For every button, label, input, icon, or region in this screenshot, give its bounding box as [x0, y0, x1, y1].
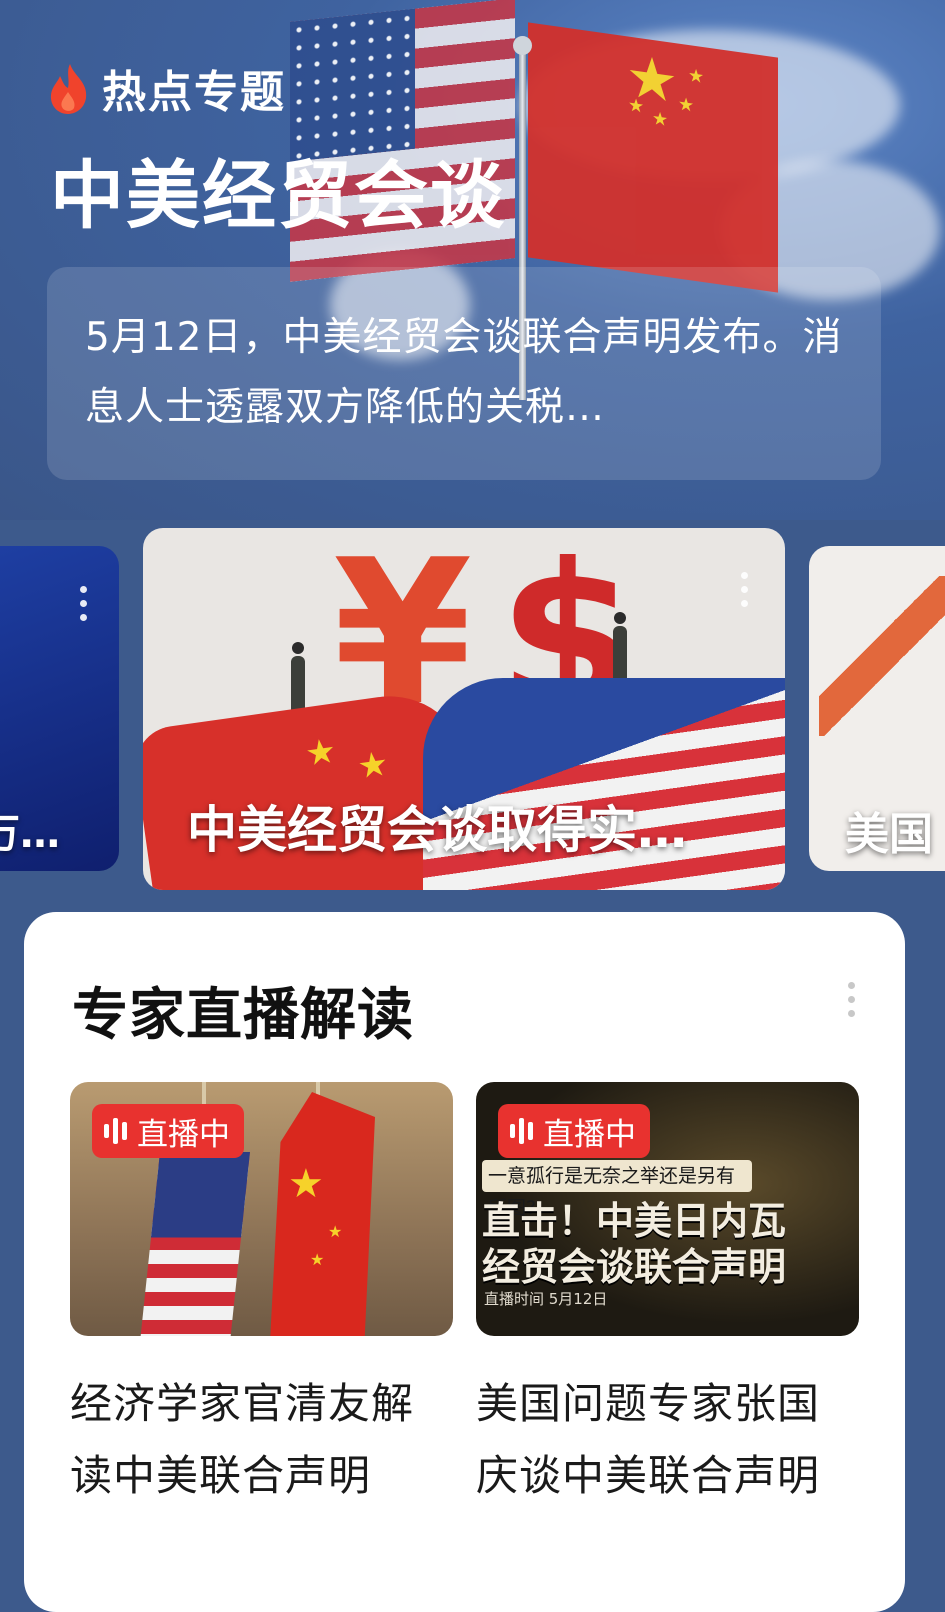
section-title: 专家直播解读 — [72, 983, 414, 1048]
live-badge: 直播中 — [498, 1104, 650, 1158]
china-flag-image: ★ ★ ★ ★ ★ — [528, 22, 778, 293]
us-flag-image — [140, 1152, 250, 1336]
fire-icon — [50, 64, 87, 114]
hero-banner: ★ ★ ★ ★ ★ 热点专题 中美经贸会谈 5月12日，中美经贸会谈联合声明发布… — [0, 0, 945, 520]
more-icon[interactable] — [741, 572, 749, 607]
china-flag-image: ★ ★ ★ — [270, 1092, 375, 1336]
thumb-subtitle: 一意孤行是无奈之举还是另有所图? — [482, 1160, 752, 1219]
carousel-card-title: 美国 — [845, 809, 933, 860]
live-badge-label: 直播中 — [137, 1116, 230, 1153]
more-icon[interactable] — [848, 982, 856, 1017]
live-item[interactable]: ★ ★ ★ 直播中 经济学家官清友解读中美联合声明 — [70, 1082, 453, 1512]
flag-pole-cap — [513, 36, 532, 55]
expert-live-panel: 专家直播解读 ★ ★ ★ 直播中 经济学家官清友解读中美联合声明 一意孤行是无奈… — [24, 912, 905, 1612]
more-icon[interactable] — [80, 586, 88, 621]
carousel-card-right[interactable]: 美国 — [809, 546, 945, 871]
live-item[interactable]: 一意孤行是无奈之举还是另有所图? 直击！中美日内瓦 经贸会谈联合声明 直播时间 … — [476, 1082, 859, 1512]
carousel-card-left[interactable]: 万… — [0, 546, 119, 871]
summary-text: 5月12日，中美经贸会谈联合声明发布。消息人士透露双方降低的关税… — [85, 315, 843, 430]
carousel-card-title: 万… — [0, 811, 60, 857]
carousel-card-title: 中美经贸会谈取得实… — [187, 801, 687, 859]
live-caption[interactable]: 经济学家官清友解读中美联合声明 — [70, 1368, 453, 1512]
live-audio-icon — [104, 1118, 127, 1144]
live-thumbnail[interactable]: ★ ★ ★ 直播中 — [70, 1082, 453, 1336]
live-thumbnail[interactable]: 一意孤行是无奈之举还是另有所图? 直击！中美日内瓦 经贸会谈联合声明 直播时间 … — [476, 1082, 859, 1336]
live-badge-label: 直播中 — [543, 1116, 636, 1153]
chart-image — [819, 576, 945, 736]
live-badge: 直播中 — [92, 1104, 244, 1158]
brand-row[interactable]: 热点专题 — [48, 56, 286, 120]
live-audio-icon — [510, 1118, 533, 1144]
thumb-headline: 直击！中美日内瓦 经贸会谈联合声明 — [482, 1199, 787, 1289]
page-title: 中美经贸会谈 — [50, 153, 506, 239]
topic-carousel[interactable]: 万… ¥ $ ★ ★ 中美经贸会谈取得实… 美国 — [0, 528, 945, 890]
live-caption[interactable]: 美国问题专家张国庆谈中美联合声明 — [476, 1368, 859, 1512]
brand-label: 热点专题 — [102, 67, 286, 118]
carousel-card-center[interactable]: ¥ $ ★ ★ 中美经贸会谈取得实… — [143, 528, 785, 890]
summary-card[interactable]: 5月12日，中美经贸会谈联合声明发布。消息人士透露双方降低的关税… — [47, 267, 881, 480]
thumb-date: 直播时间 5月12日 — [484, 1290, 608, 1308]
